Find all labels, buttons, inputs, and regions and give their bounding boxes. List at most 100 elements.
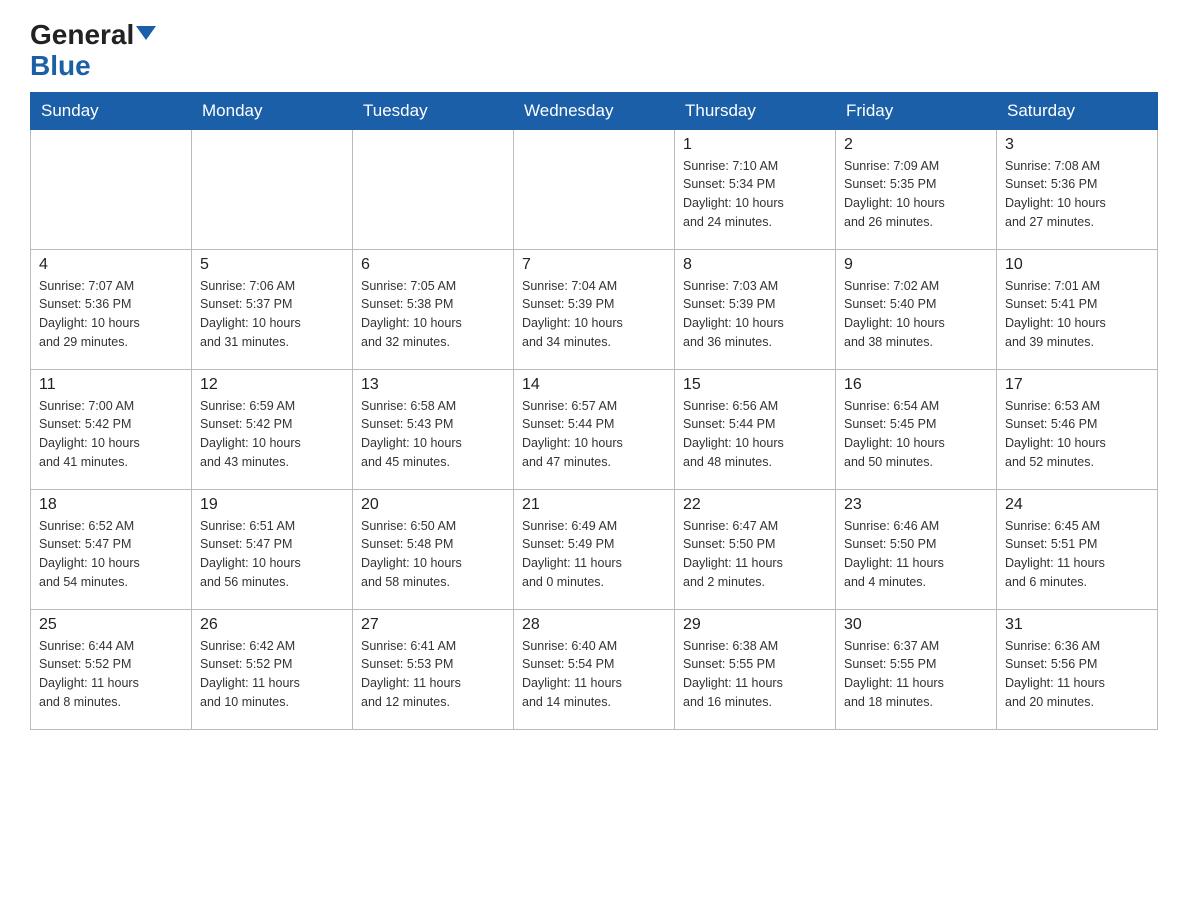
calendar-week-5: 25 Sunrise: 6:44 AMSunset: 5:52 PMDayligh… xyxy=(31,609,1158,729)
day-number: 24 xyxy=(1005,496,1149,514)
table-row: 4 Sunrise: 7:07 AMSunset: 5:36 PMDaylight… xyxy=(31,249,192,369)
day-number: 15 xyxy=(683,376,827,394)
calendar-table: SundayMondayTuesdayWednesdayThursdayFrid… xyxy=(30,92,1158,730)
table-row: 16 Sunrise: 6:54 AMSunset: 5:45 PMDayligh… xyxy=(836,369,997,489)
header-friday: Friday xyxy=(836,92,997,129)
calendar-week-1: 1 Sunrise: 7:10 AMSunset: 5:34 PMDaylight… xyxy=(31,129,1158,249)
day-number: 25 xyxy=(39,616,183,634)
day-number: 26 xyxy=(200,616,344,634)
day-info: Sunrise: 7:10 AMSunset: 5:34 PMDaylight:… xyxy=(683,157,827,232)
day-number: 28 xyxy=(522,616,666,634)
day-info: Sunrise: 7:09 AMSunset: 5:35 PMDaylight:… xyxy=(844,157,988,232)
day-number: 17 xyxy=(1005,376,1149,394)
day-info: Sunrise: 6:59 AMSunset: 5:42 PMDaylight:… xyxy=(200,397,344,472)
day-number: 18 xyxy=(39,496,183,514)
table-row: 7 Sunrise: 7:04 AMSunset: 5:39 PMDaylight… xyxy=(514,249,675,369)
table-row: 13 Sunrise: 6:58 AMSunset: 5:43 PMDayligh… xyxy=(353,369,514,489)
day-info: Sunrise: 6:37 AMSunset: 5:55 PMDaylight:… xyxy=(844,637,988,712)
page-header: GeneralBlue xyxy=(30,20,1158,82)
day-number: 11 xyxy=(39,376,183,394)
day-info: Sunrise: 6:42 AMSunset: 5:52 PMDaylight:… xyxy=(200,637,344,712)
header-saturday: Saturday xyxy=(997,92,1158,129)
table-row: 22 Sunrise: 6:47 AMSunset: 5:50 PMDayligh… xyxy=(675,489,836,609)
day-info: Sunrise: 6:40 AMSunset: 5:54 PMDaylight:… xyxy=(522,637,666,712)
table-row: 24 Sunrise: 6:45 AMSunset: 5:51 PMDayligh… xyxy=(997,489,1158,609)
day-info: Sunrise: 6:51 AMSunset: 5:47 PMDaylight:… xyxy=(200,517,344,592)
day-number: 31 xyxy=(1005,616,1149,634)
calendar-week-4: 18Sunrise: 6:52 AMSunset: 5:47 PMDayligh… xyxy=(31,489,1158,609)
day-number: 19 xyxy=(200,496,344,514)
day-info: Sunrise: 7:03 AMSunset: 5:39 PMDaylight:… xyxy=(683,277,827,352)
day-number: 16 xyxy=(844,376,988,394)
table-row: 2 Sunrise: 7:09 AMSunset: 5:35 PMDaylight… xyxy=(836,129,997,249)
day-info: Sunrise: 6:49 AMSunset: 5:49 PMDaylight:… xyxy=(522,517,666,592)
day-number: 3 xyxy=(1005,136,1149,154)
table-row: 10 Sunrise: 7:01 AMSunset: 5:41 PMDayligh… xyxy=(997,249,1158,369)
table-row: 1 Sunrise: 7:10 AMSunset: 5:34 PMDaylight… xyxy=(675,129,836,249)
day-number: 14 xyxy=(522,376,666,394)
day-number: 21 xyxy=(522,496,666,514)
table-row xyxy=(353,129,514,249)
logo-blue-text: Blue xyxy=(30,50,91,81)
day-info: Sunrise: 7:07 AMSunset: 5:36 PMDaylight:… xyxy=(39,277,183,352)
table-row: 21 Sunrise: 6:49 AMSunset: 5:49 PMDayligh… xyxy=(514,489,675,609)
day-info: Sunrise: 6:36 AMSunset: 5:56 PMDaylight:… xyxy=(1005,637,1149,712)
day-info: Sunrise: 6:46 AMSunset: 5:50 PMDaylight:… xyxy=(844,517,988,592)
day-number: 2 xyxy=(844,136,988,154)
header-thursday: Thursday xyxy=(675,92,836,129)
day-info: Sunrise: 6:56 AMSunset: 5:44 PMDaylight:… xyxy=(683,397,827,472)
day-info: Sunrise: 6:58 AMSunset: 5:43 PMDaylight:… xyxy=(361,397,505,472)
table-row: 19 Sunrise: 6:51 AMSunset: 5:47 PMDayligh… xyxy=(192,489,353,609)
header-sunday: Sunday xyxy=(31,92,192,129)
day-number: 1 xyxy=(683,136,827,154)
table-row: 20Sunrise: 6:50 AMSunset: 5:48 PMDayligh… xyxy=(353,489,514,609)
day-info: Sunrise: 7:08 AMSunset: 5:36 PMDaylight:… xyxy=(1005,157,1149,232)
table-row: 26 Sunrise: 6:42 AMSunset: 5:52 PMDayligh… xyxy=(192,609,353,729)
table-row: 27 Sunrise: 6:41 AMSunset: 5:53 PMDayligh… xyxy=(353,609,514,729)
day-number: 23 xyxy=(844,496,988,514)
day-info: Sunrise: 6:44 AMSunset: 5:52 PMDaylight:… xyxy=(39,637,183,712)
day-info: Sunrise: 7:04 AMSunset: 5:39 PMDaylight:… xyxy=(522,277,666,352)
table-row: 5 Sunrise: 7:06 AMSunset: 5:37 PMDaylight… xyxy=(192,249,353,369)
table-row: 12 Sunrise: 6:59 AMSunset: 5:42 PMDayligh… xyxy=(192,369,353,489)
day-info: Sunrise: 6:45 AMSunset: 5:51 PMDaylight:… xyxy=(1005,517,1149,592)
day-info: Sunrise: 6:41 AMSunset: 5:53 PMDaylight:… xyxy=(361,637,505,712)
table-row: 6Sunrise: 7:05 AMSunset: 5:38 PMDaylight… xyxy=(353,249,514,369)
table-row: 18Sunrise: 6:52 AMSunset: 5:47 PMDayligh… xyxy=(31,489,192,609)
day-number: 5 xyxy=(200,256,344,274)
table-row: 29Sunrise: 6:38 AMSunset: 5:55 PMDayligh… xyxy=(675,609,836,729)
day-info: Sunrise: 7:06 AMSunset: 5:37 PMDaylight:… xyxy=(200,277,344,352)
logo-triangle-icon xyxy=(136,26,156,40)
day-number: 27 xyxy=(361,616,505,634)
day-number: 4 xyxy=(39,256,183,274)
table-row: 30 Sunrise: 6:37 AMSunset: 5:55 PMDayligh… xyxy=(836,609,997,729)
day-number: 13 xyxy=(361,376,505,394)
table-row: 11 Sunrise: 7:00 AMSunset: 5:42 PMDayligh… xyxy=(31,369,192,489)
day-info: Sunrise: 7:01 AMSunset: 5:41 PMDaylight:… xyxy=(1005,277,1149,352)
calendar-header-row: SundayMondayTuesdayWednesdayThursdayFrid… xyxy=(31,92,1158,129)
day-number: 12 xyxy=(200,376,344,394)
day-info: Sunrise: 7:02 AMSunset: 5:40 PMDaylight:… xyxy=(844,277,988,352)
day-info: Sunrise: 7:00 AMSunset: 5:42 PMDaylight:… xyxy=(39,397,183,472)
day-info: Sunrise: 6:53 AMSunset: 5:46 PMDaylight:… xyxy=(1005,397,1149,472)
day-number: 30 xyxy=(844,616,988,634)
day-number: 9 xyxy=(844,256,988,274)
day-number: 20 xyxy=(361,496,505,514)
table-row: 15 Sunrise: 6:56 AMSunset: 5:44 PMDayligh… xyxy=(675,369,836,489)
day-number: 7 xyxy=(522,256,666,274)
logo-text: GeneralBlue xyxy=(30,20,156,82)
day-info: Sunrise: 6:54 AMSunset: 5:45 PMDaylight:… xyxy=(844,397,988,472)
table-row: 28 Sunrise: 6:40 AMSunset: 5:54 PMDayligh… xyxy=(514,609,675,729)
day-number: 8 xyxy=(683,256,827,274)
table-row: 14 Sunrise: 6:57 AMSunset: 5:44 PMDayligh… xyxy=(514,369,675,489)
table-row xyxy=(514,129,675,249)
day-info: Sunrise: 7:05 AMSunset: 5:38 PMDaylight:… xyxy=(361,277,505,352)
header-tuesday: Tuesday xyxy=(353,92,514,129)
day-info: Sunrise: 6:47 AMSunset: 5:50 PMDaylight:… xyxy=(683,517,827,592)
table-row: 17 Sunrise: 6:53 AMSunset: 5:46 PMDayligh… xyxy=(997,369,1158,489)
day-info: Sunrise: 6:57 AMSunset: 5:44 PMDaylight:… xyxy=(522,397,666,472)
day-number: 22 xyxy=(683,496,827,514)
table-row: 31 Sunrise: 6:36 AMSunset: 5:56 PMDayligh… xyxy=(997,609,1158,729)
calendar-week-2: 4 Sunrise: 7:07 AMSunset: 5:36 PMDaylight… xyxy=(31,249,1158,369)
day-number: 10 xyxy=(1005,256,1149,274)
